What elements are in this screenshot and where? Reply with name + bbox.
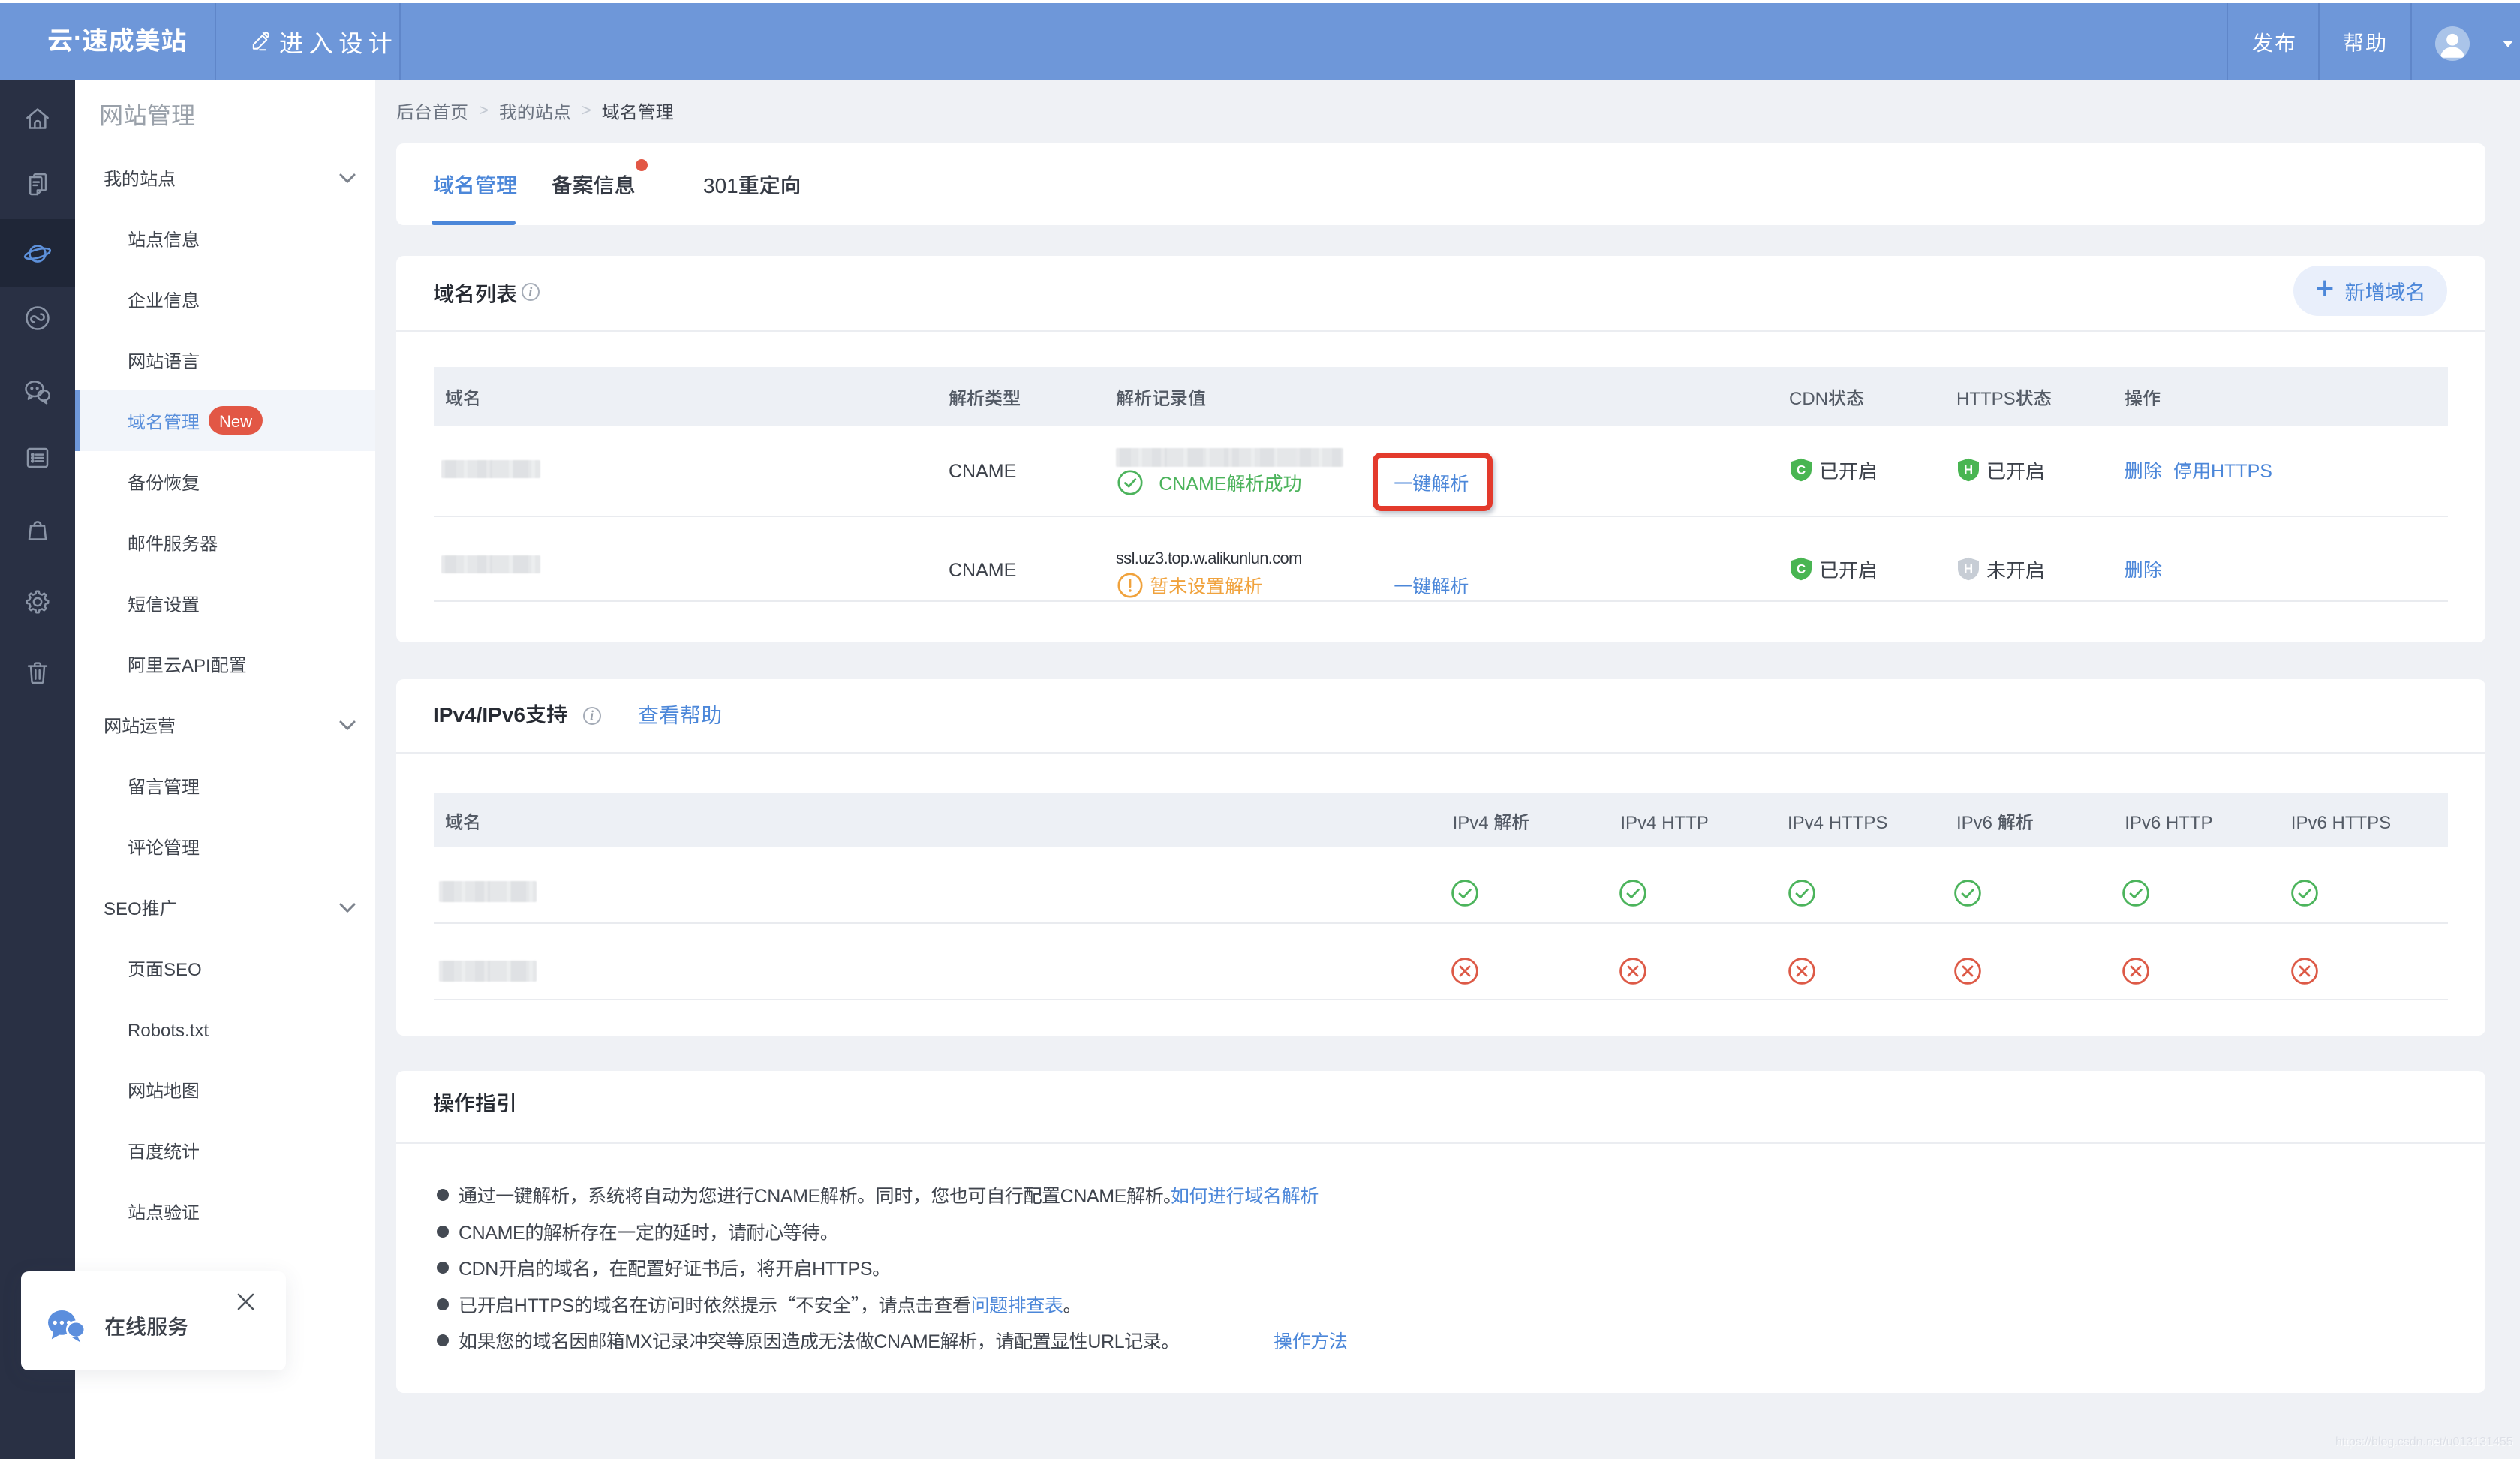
svg-text:C: C bbox=[1797, 562, 1806, 576]
svg-text:H: H bbox=[1964, 562, 1973, 576]
svg-text:C: C bbox=[1797, 463, 1806, 477]
svg-text:H: H bbox=[1964, 463, 1973, 477]
